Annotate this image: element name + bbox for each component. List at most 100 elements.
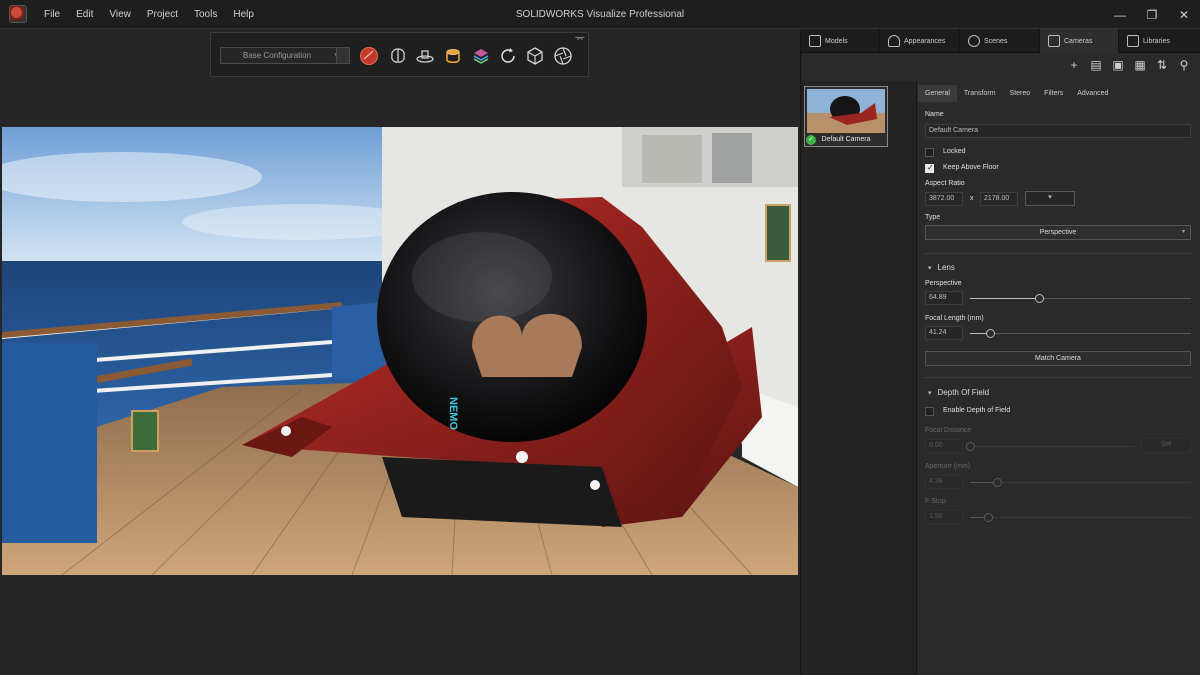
aspect-ratio-label: Aspect Ratio <box>925 180 965 187</box>
focal-length-label: Focal Length (mm) <box>925 315 984 322</box>
subtab-advanced[interactable]: Advanced <box>1070 85 1115 102</box>
brain-icon[interactable] <box>388 46 408 66</box>
focal-distance-field[interactable]: 0.00 <box>925 439 963 453</box>
render-mode-icon[interactable] <box>359 46 379 66</box>
menu-tools[interactable]: Tools <box>186 0 225 29</box>
refresh-icon[interactable] <box>498 46 518 66</box>
menu-file[interactable]: File <box>36 0 68 29</box>
focal-distance-label: Focal Distance <box>925 427 972 434</box>
enable-dof-label: Enable Depth of Field <box>943 407 1011 414</box>
subtab-stereo[interactable]: Stereo <box>1003 85 1038 102</box>
menu-project[interactable]: Project <box>139 0 186 29</box>
camera-type-dropdown[interactable]: Perspective ▾ <box>925 225 1191 240</box>
camera-preview-image <box>807 89 885 133</box>
search-icon[interactable]: ⚲ <box>1178 59 1190 71</box>
window-controls: — ❐ ✕ <box>1104 0 1200 29</box>
f-stop-field[interactable]: 1.50 <box>925 510 963 524</box>
close-button[interactable]: ✕ <box>1168 0 1200 29</box>
tab-models[interactable]: Models <box>801 29 880 53</box>
aperture-label: Aperture (mm) <box>925 463 971 470</box>
pin-icon[interactable]: ⌤ <box>575 34 585 45</box>
subtab-general[interactable]: General <box>918 85 957 102</box>
aperture-field[interactable]: 4.38 <box>925 475 963 489</box>
menu-edit[interactable]: Edit <box>68 0 101 29</box>
perspective-label: Perspective <box>925 280 962 287</box>
slider-handle[interactable] <box>992 478 1002 487</box>
aspect-width-field[interactable]: 3872.00 <box>925 192 963 206</box>
app-logo-icon[interactable] <box>9 5 27 23</box>
viewport[interactable]: Base Configuration ▾ <box>0 29 800 675</box>
locked-checkbox[interactable] <box>925 148 934 157</box>
chevron-down-icon: ▾ <box>1181 229 1185 235</box>
configuration-label: Base Configuration <box>243 51 312 60</box>
models-icon <box>809 35 821 47</box>
aspect-preset-dropdown[interactable]: ▾ <box>1025 191 1075 206</box>
menu-help[interactable]: Help <box>225 0 262 29</box>
tab-cameras[interactable]: Cameras <box>1040 29 1119 53</box>
camera-thumbnail[interactable]: ✓ Default Camera <box>804 86 888 147</box>
sort-icon[interactable]: ⇅ <box>1156 59 1168 71</box>
divider <box>924 253 1192 254</box>
add-icon[interactable]: + <box>1068 59 1080 71</box>
perspective-slider[interactable] <box>970 294 1191 303</box>
tab-label: Cameras <box>1064 37 1093 45</box>
turntable-icon[interactable] <box>415 46 435 66</box>
subtab-transform[interactable]: Transform <box>957 85 1003 102</box>
libraries-icon <box>1127 35 1139 47</box>
aperture-icon[interactable] <box>553 46 573 66</box>
divider <box>924 377 1192 378</box>
match-camera-button[interactable]: Match Camera <box>925 351 1191 366</box>
import-icon[interactable]: ▤ <box>1090 59 1102 71</box>
locked-label: Locked <box>943 148 966 155</box>
minimize-button[interactable]: — <box>1104 0 1136 29</box>
keep-above-floor-label: Keep Above Floor <box>943 164 999 171</box>
object-stack-icon[interactable] <box>443 46 463 66</box>
camera-type-value: Perspective <box>1039 229 1077 236</box>
slider-handle[interactable] <box>983 513 993 522</box>
panel-tabs: Models Appearances Scenes Cameras Librar… <box>801 29 1200 53</box>
render-canvas[interactable]: NEMO <box>2 127 798 575</box>
layers-icon[interactable] <box>471 46 491 66</box>
appearances-icon <box>888 35 900 47</box>
set-focal-distance-button[interactable]: Set <box>1141 438 1191 453</box>
subtab-filters[interactable]: Filters <box>1037 85 1070 102</box>
focal-length-slider[interactable] <box>970 329 1191 338</box>
cube-icon[interactable] <box>525 46 545 66</box>
camera-list: ✓ Default Camera <box>801 81 917 675</box>
layout-icon[interactable]: ▣ <box>1112 59 1124 71</box>
focal-distance-slider[interactable] <box>966 442 1135 451</box>
property-subtabs: General Transform Stereo Filters Advance… <box>918 85 1115 102</box>
lens-section-header[interactable]: Lens <box>928 263 955 272</box>
scenes-icon <box>968 35 980 47</box>
tab-libraries[interactable]: Libraries <box>1119 29 1200 53</box>
aperture-slider[interactable] <box>970 478 1191 487</box>
aspect-height-field[interactable]: 2178.00 <box>980 192 1018 206</box>
tab-scenes[interactable]: Scenes <box>960 29 1040 53</box>
tab-label: Scenes <box>984 37 1008 45</box>
menu-view[interactable]: View <box>101 0 139 29</box>
camera-thumbnail-label: Default Camera <box>821 136 871 143</box>
menu-bar: File Edit View Project Tools Help <box>36 0 262 29</box>
focal-length-field[interactable]: 41.24 <box>925 326 963 340</box>
grid-icon[interactable]: ▦ <box>1134 59 1146 71</box>
viewport-toolbar: Base Configuration ▾ <box>210 32 589 77</box>
panel-actions: + ▤ ▣ ▦ ⇅ ⚲ <box>1068 59 1190 71</box>
f-stop-slider[interactable] <box>970 513 1191 522</box>
keep-above-floor-checkbox[interactable] <box>925 163 934 173</box>
tab-label: Appearances <box>904 37 946 45</box>
title-bar: File Edit View Project Tools Help SOLIDW… <box>0 0 1200 29</box>
configuration-select[interactable]: Base Configuration ▾ <box>220 47 344 64</box>
perspective-field[interactable]: 64.89 <box>925 291 963 305</box>
name-field[interactable]: Default Camera <box>925 124 1191 138</box>
slider-handle[interactable] <box>985 329 995 338</box>
name-label: Name <box>925 111 944 118</box>
depth-of-field-section-header[interactable]: Depth Of Field <box>928 388 990 397</box>
slider-handle[interactable] <box>1034 294 1044 303</box>
enable-dof-checkbox[interactable] <box>925 407 934 416</box>
type-label: Type <box>925 214 941 221</box>
tab-appearances[interactable]: Appearances <box>880 29 960 53</box>
nemo-label: NEMO <box>447 397 459 430</box>
configuration-button[interactable] <box>336 47 350 64</box>
slider-handle[interactable] <box>966 442 975 451</box>
restore-button[interactable]: ❐ <box>1136 0 1168 29</box>
